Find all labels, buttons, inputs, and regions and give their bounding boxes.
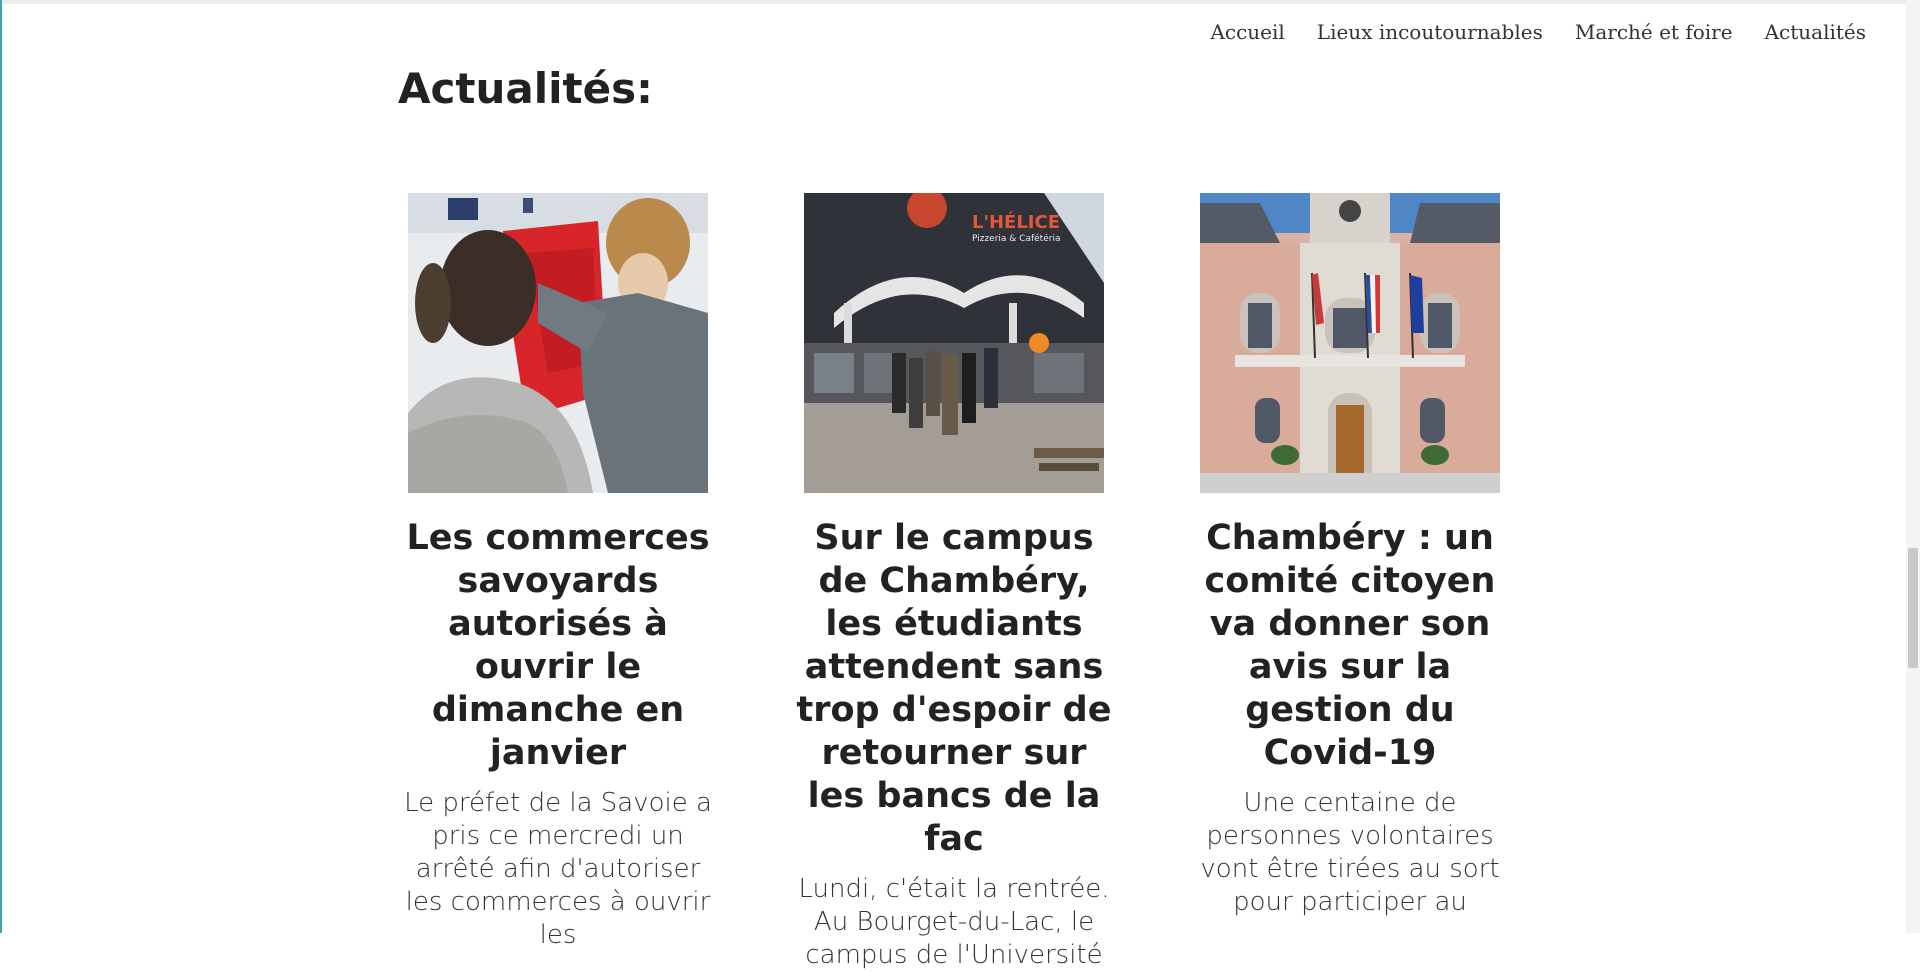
article-card: L'HÉLICE Pizzeria & Cafétéria Sur le cam… xyxy=(794,193,1114,972)
article-card: Chambéry : un comité citoyen va donner s… xyxy=(1190,193,1510,919)
sign-text: L'HÉLICE xyxy=(972,211,1060,233)
article-excerpt: Le préfet de la Savoie a pris ce mercred… xyxy=(404,788,712,950)
page-title: Actualités: xyxy=(398,64,653,113)
article-title-link[interactable]: Les commerces savoyards autorisés à ouvr… xyxy=(398,517,718,775)
article-card: Les commerces savoyards autorisés à ouvr… xyxy=(398,193,718,952)
shop-photo-icon xyxy=(408,193,708,493)
nav-item-accueil[interactable]: Accueil xyxy=(1210,20,1284,44)
sign-subtext: Pizzeria & Cafétéria xyxy=(972,233,1060,244)
nav-item-lieux[interactable]: Lieux incoutournables xyxy=(1317,20,1543,44)
vertical-scrollbar[interactable] xyxy=(1906,0,1920,933)
article-image-chambery[interactable] xyxy=(1200,193,1500,493)
nav-item-marche[interactable]: Marché et foire xyxy=(1575,20,1733,44)
article-title-link[interactable]: Sur le campus de Chambéry, les étudiants… xyxy=(794,517,1114,861)
nav-item-actualites[interactable]: Actualités xyxy=(1765,20,1866,44)
main-navigation: Accueil Lieux incoutournables Marché et … xyxy=(1210,20,1866,44)
article-title-link[interactable]: Chambéry : un comité citoyen va donner s… xyxy=(1190,517,1510,775)
town-hall-photo-icon xyxy=(1200,193,1500,493)
article-excerpt: Lundi, c'était la rentrée. Au Bourget-du… xyxy=(798,874,1110,970)
article-image-campus[interactable]: L'HÉLICE Pizzeria & Cafétéria xyxy=(804,193,1104,493)
campus-photo-icon: L'HÉLICE Pizzeria & Cafétéria xyxy=(804,193,1104,493)
article-image-commerces[interactable] xyxy=(408,193,708,493)
scrollbar-thumb[interactable] xyxy=(1908,548,1918,668)
window-edge xyxy=(0,0,2,933)
article-excerpt: Une centaine de personnes volontaires vo… xyxy=(1200,788,1500,917)
top-border xyxy=(0,0,1920,4)
